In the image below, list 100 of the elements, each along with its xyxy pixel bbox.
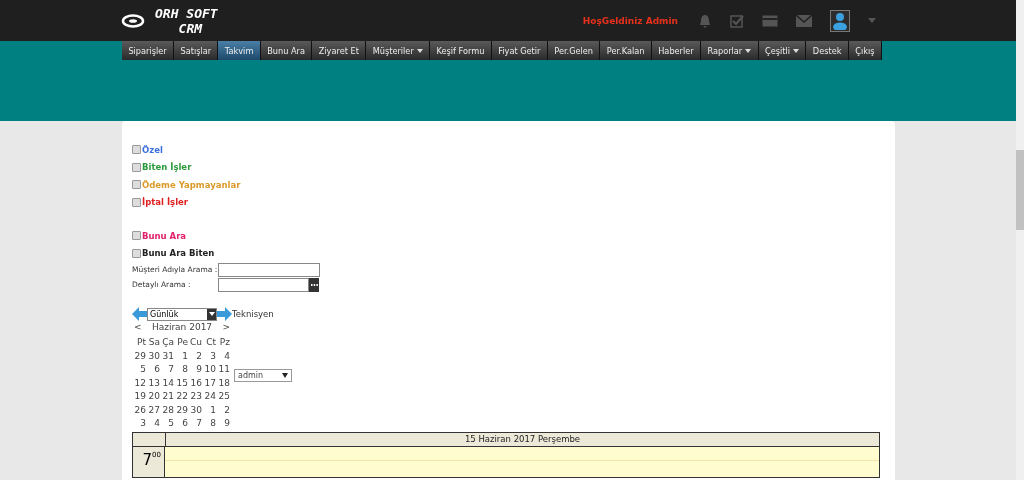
calendar-day[interactable]: 3 [140, 417, 146, 431]
calendar-day[interactable]: 30 [148, 349, 160, 363]
calendar-day[interactable]: 28 [162, 403, 174, 417]
caret-icon [745, 48, 752, 53]
calendar-day[interactable]: 13 [148, 376, 160, 390]
user-select[interactable]: admin [234, 369, 292, 383]
calendar-day[interactable]: 1 [210, 403, 216, 417]
prev-month-button[interactable]: < [134, 322, 142, 335]
calendar-day[interactable]: 4 [224, 349, 230, 363]
calendar-day[interactable]: 31 [162, 349, 174, 363]
calendar-day[interactable]: 24 [204, 390, 216, 404]
calendar-day[interactable]: 25 [218, 390, 230, 404]
caret-icon [416, 48, 423, 53]
checkbox[interactable] [132, 162, 141, 172]
filter-label: İptal İşler [142, 197, 188, 208]
calendar-day[interactable]: 18 [218, 376, 230, 390]
scrollbar[interactable] [1016, 0, 1024, 480]
checkbox-icon[interactable] [730, 13, 744, 28]
nav-tab[interactable]: Siparişler [122, 41, 175, 60]
calendar-day[interactable]: 5 [168, 417, 174, 431]
calendar-day[interactable]: 8 [210, 417, 216, 431]
greeting: HoşGeldiniz Admin [582, 15, 678, 26]
logo-icon [121, 13, 145, 28]
calendar-day[interactable]: 3 [210, 349, 216, 363]
search-field[interactable] [218, 277, 309, 292]
nav-tab[interactable]: Fiyat Getir [491, 41, 548, 60]
calendar-day[interactable]: 27 [148, 403, 160, 417]
calendar-day[interactable]: 2 [224, 403, 230, 417]
calendar-day[interactable]: 6 [154, 363, 160, 377]
nav-tab[interactable]: Per.Gelen [547, 41, 601, 60]
calendar-day[interactable]: 9 [196, 363, 202, 377]
view-select[interactable]: Günlük [147, 307, 217, 321]
nav-tab[interactable]: Bunu Ara [260, 41, 313, 60]
dots-icon [310, 283, 318, 286]
checkbox[interactable] [132, 145, 141, 155]
calendar-day[interactable]: 19 [134, 390, 146, 404]
card-icon[interactable] [762, 14, 778, 27]
filter-label: Ödeme Yapmayanlar [142, 179, 241, 190]
weekday-label: Sa [148, 336, 160, 349]
logo-text: ORH SOFT [155, 5, 218, 21]
filter-label: Biten İşler [142, 162, 192, 173]
checkbox[interactable] [132, 231, 141, 241]
calendar-day[interactable]: 9 [224, 417, 230, 431]
calendar-day[interactable]: 7 [196, 417, 202, 431]
calendar-day[interactable]: 5 [140, 363, 146, 377]
nav-tab[interactable]: Ziyaret Et [312, 41, 367, 60]
nav-tab[interactable]: Raporlar [701, 41, 759, 60]
nav-tab[interactable]: Haberler [651, 41, 702, 60]
calendar-day[interactable]: 6 [182, 417, 188, 431]
time-slot[interactable] [165, 446, 879, 477]
nav-tab[interactable]: Çıkış [848, 41, 882, 60]
nav-tab[interactable]: Çeşitli [758, 41, 807, 60]
calendar-day[interactable]: 4 [154, 417, 160, 431]
calendar-day[interactable]: 12 [134, 376, 146, 390]
search-field[interactable] [218, 262, 320, 277]
technician-label: Teknisyen [232, 309, 274, 319]
caret-icon [793, 48, 800, 53]
calendar-day[interactable]: 30 [190, 403, 202, 417]
calendar-day[interactable]: 2 [196, 349, 202, 363]
scrollbar-thumb[interactable] [1016, 150, 1024, 230]
weekday-label: Cu [190, 336, 202, 349]
nav-tab[interactable]: Müşteriler [366, 41, 431, 60]
mail-icon[interactable] [796, 14, 812, 27]
calendar-day[interactable]: 1 [182, 349, 188, 363]
nav-tab[interactable]: Satışlar [174, 41, 219, 60]
calendar-day[interactable]: 17 [204, 376, 216, 390]
weekday-label: Ct [206, 336, 216, 349]
calendar-day[interactable]: 22 [176, 390, 188, 404]
calendar-day[interactable]: 21 [162, 390, 174, 404]
nav-tab[interactable]: Takvim [218, 41, 261, 60]
nav-tab[interactable]: Destek [806, 41, 849, 60]
calendar-day[interactable]: 26 [134, 403, 146, 417]
weekday-label: Pz [219, 336, 230, 349]
calendar-day[interactable]: 20 [148, 390, 160, 404]
bell-icon[interactable] [698, 13, 712, 28]
calendar-day[interactable]: 10 [204, 363, 216, 377]
weekday-label: Ça [162, 336, 174, 349]
nav-tab[interactable]: Keşif Formu [430, 41, 492, 60]
checkbox[interactable] [132, 180, 141, 190]
calendar-day[interactable]: 8 [182, 363, 188, 377]
next-month-button[interactable]: > [222, 322, 230, 335]
left-arrow-icon[interactable] [132, 307, 147, 321]
calendar-day[interactable]: 23 [190, 390, 202, 404]
calendar-day[interactable]: 29 [176, 403, 188, 417]
calendar-day[interactable]: 7 [168, 363, 174, 377]
calendar-day[interactable]: 15 [176, 376, 188, 390]
more-button[interactable] [309, 277, 319, 292]
calendar-day[interactable]: 29 [134, 349, 146, 363]
day-title: 15 Haziran 2017 Perşembe [463, 432, 582, 446]
filter-label: Bunu Ara [142, 230, 187, 241]
checkbox[interactable] [132, 197, 141, 207]
calendar-day[interactable]: 14 [162, 376, 174, 390]
caret-icon[interactable] [868, 18, 876, 23]
avatar-icon[interactable] [830, 9, 850, 32]
calendar-day[interactable]: 16 [190, 376, 202, 390]
checkbox[interactable] [132, 248, 141, 258]
right-arrow-icon[interactable] [217, 307, 232, 321]
calendar-day[interactable]: 11 [218, 363, 230, 377]
filter-label: Özel [142, 144, 163, 155]
nav-tab[interactable]: Per.Kalan [600, 41, 652, 60]
